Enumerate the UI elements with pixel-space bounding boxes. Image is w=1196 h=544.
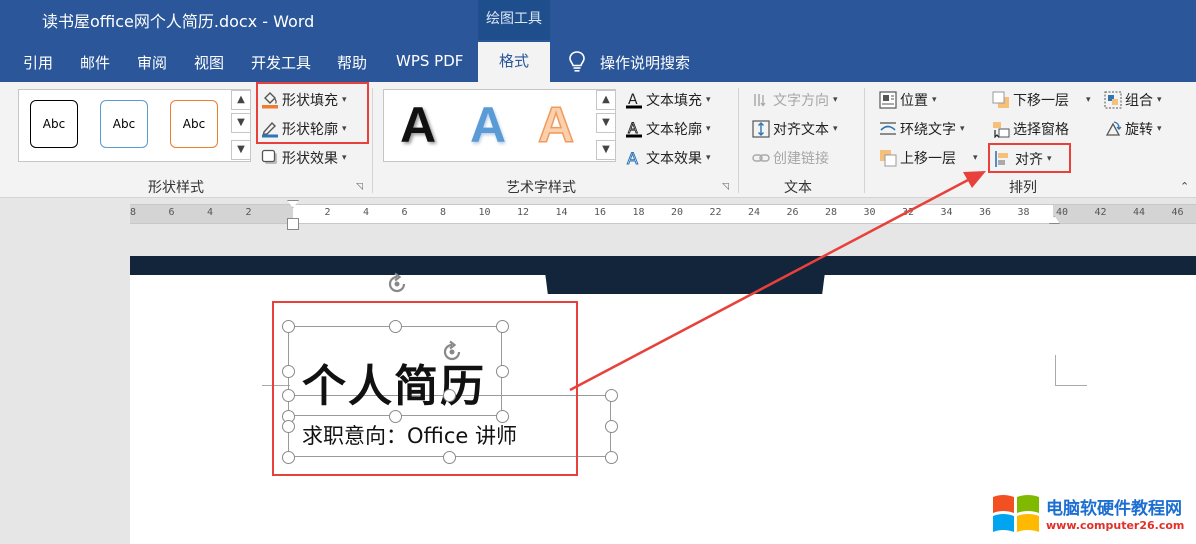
watermark-url: www.computer26.com xyxy=(1046,519,1185,532)
windows-logo-icon xyxy=(991,491,1041,537)
annotation-arrow xyxy=(569,171,986,392)
watermark-title: 电脑软硬件教程网 xyxy=(1046,499,1182,519)
